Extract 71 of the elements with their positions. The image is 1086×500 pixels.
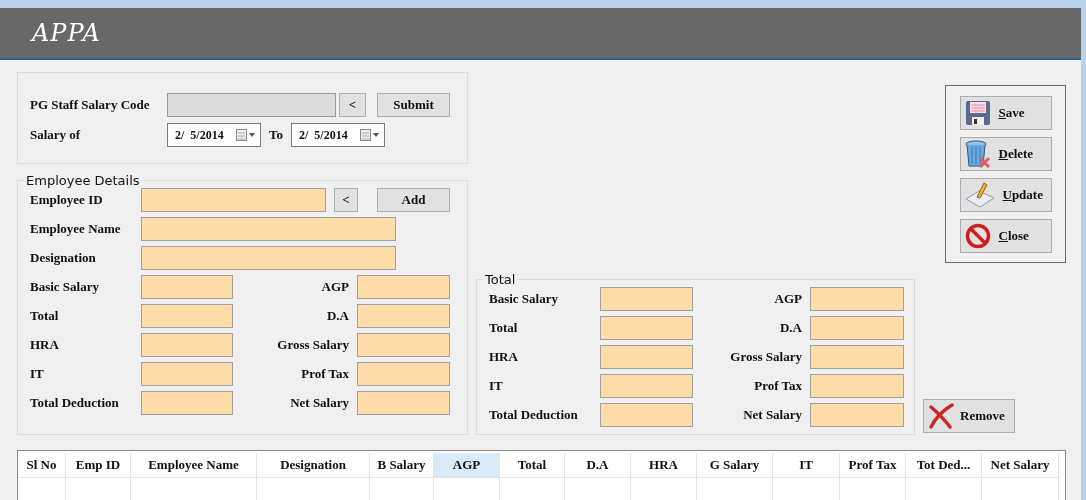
cross-mark-icon: [928, 403, 954, 429]
field-label: AGP: [320, 279, 350, 295]
input-field[interactable]: [141, 246, 396, 270]
input-field[interactable]: [357, 304, 450, 328]
prohibited-sign-icon: [964, 223, 991, 249]
close-button[interactable]: Close: [959, 219, 1052, 253]
field-label: IT: [489, 378, 504, 394]
input-field[interactable]: [600, 287, 693, 311]
field-label: HRA: [30, 337, 60, 353]
input-field[interactable]: [600, 316, 693, 340]
input-field[interactable]: [810, 345, 904, 369]
input-field[interactable]: [141, 391, 233, 415]
input-field[interactable]: [141, 188, 326, 212]
calendar-dropdown-icon[interactable]: [236, 129, 256, 141]
trash-can-icon: [964, 140, 991, 168]
field-label: AGP: [773, 291, 803, 307]
field-label: Net Salary: [289, 395, 350, 411]
field-label: Gross Salary: [729, 349, 803, 365]
field-label: Net Salary: [742, 407, 803, 423]
field-label: Employee ID: [30, 192, 104, 208]
field-label: Prof Tax: [300, 366, 350, 382]
input-field[interactable]: [141, 333, 233, 357]
column-header[interactable]: AGP: [434, 453, 499, 478]
field-label: Total Deduction: [489, 407, 579, 423]
field-label: To: [269, 127, 283, 143]
submit-button[interactable]: Submit: [377, 93, 450, 117]
field-label: Gross Salary: [276, 337, 350, 353]
group-title: Total: [484, 272, 517, 287]
field-label: Employee Name: [30, 221, 122, 237]
input-field[interactable]: [600, 345, 693, 369]
pencil-paper-icon: [964, 181, 995, 209]
input-field[interactable]: [167, 93, 336, 117]
input-field[interactable]: [357, 391, 450, 415]
field-label: Total Deduction: [30, 395, 120, 411]
input-field[interactable]: [357, 362, 450, 386]
calendar-dropdown-icon[interactable]: [360, 129, 380, 141]
lookup-button[interactable]: <: [334, 188, 358, 212]
input-field[interactable]: [141, 275, 233, 299]
input-field[interactable]: [141, 217, 396, 241]
field-label: Total: [30, 308, 60, 324]
remove-button[interactable]: Remove: [923, 399, 1015, 433]
delete-button[interactable]: Delete: [959, 137, 1052, 171]
save-button[interactable]: Save: [959, 96, 1052, 130]
field-label: D.A: [778, 320, 803, 336]
field-label: Prof Tax: [753, 378, 803, 394]
field-label: HRA: [489, 349, 519, 365]
field-label: D.A: [325, 308, 350, 324]
app-title: APPA: [32, 19, 101, 47]
lookup-button[interactable]: <: [339, 93, 366, 117]
field-label: Basic Salary: [489, 291, 559, 307]
input-field[interactable]: [600, 403, 693, 427]
input-field[interactable]: [810, 316, 904, 340]
input-field[interactable]: [141, 362, 233, 386]
field-label: Total: [489, 320, 519, 336]
field-label: Designation: [30, 250, 97, 266]
field-label: PG Staff Salary Code: [30, 97, 151, 113]
input-field[interactable]: [810, 403, 904, 427]
input-field[interactable]: [810, 287, 904, 311]
update-button[interactable]: Update: [959, 178, 1052, 212]
group-title: Employee Details: [25, 173, 141, 188]
field-label: IT: [30, 366, 45, 382]
input-field[interactable]: [600, 374, 693, 398]
input-field[interactable]: [810, 374, 904, 398]
field-label: Basic Salary: [30, 279, 100, 295]
input-field[interactable]: [141, 304, 233, 328]
input-field[interactable]: [357, 275, 450, 299]
date-picker[interactable]: 2/ 5/2014: [167, 123, 261, 147]
date-picker[interactable]: 2/ 5/2014: [291, 123, 385, 147]
field-label: Salary of: [30, 127, 82, 143]
add-button[interactable]: Add: [377, 188, 450, 212]
input-field[interactable]: [357, 333, 450, 357]
